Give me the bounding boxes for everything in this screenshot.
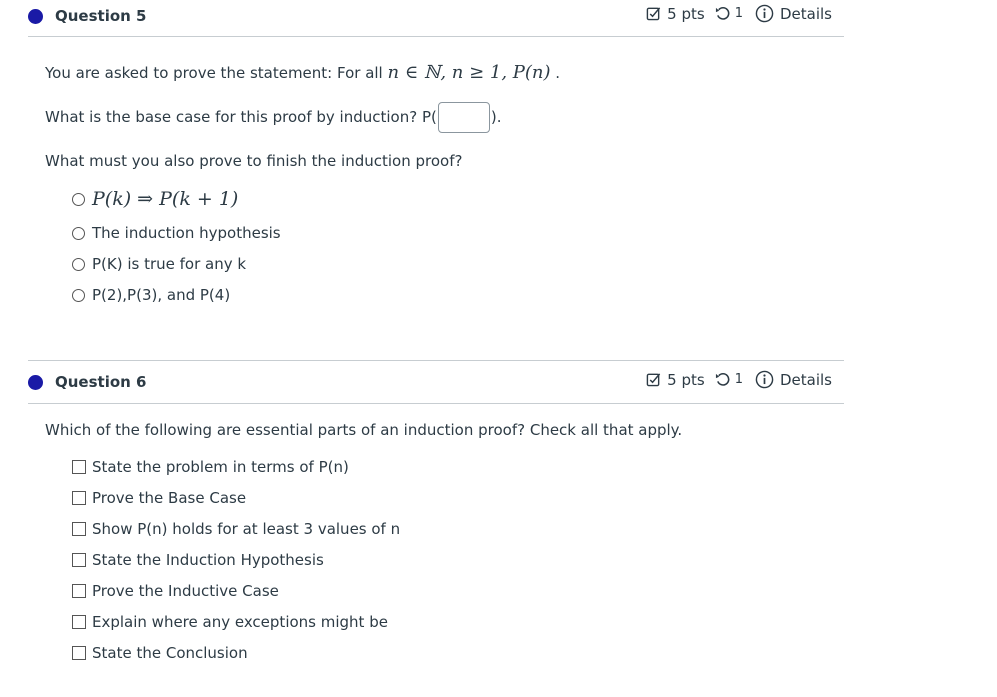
statement-text: You are asked to prove the statement: Fo… — [45, 64, 388, 82]
checkbox-edit-icon — [646, 7, 661, 21]
option-label: State the problem in terms of P(n) — [92, 458, 349, 476]
question-prompt: Which of the following are essential par… — [45, 421, 683, 439]
radio-option[interactable]: P(2),P(3), and P(4) — [72, 286, 230, 304]
details-link[interactable]: Details — [780, 371, 832, 389]
question-indicator-dot — [28, 375, 43, 390]
attempts-count: 1 — [734, 6, 743, 21]
checkbox[interactable] — [72, 584, 86, 598]
points-label: 5 pts — [667, 4, 705, 23]
radio-button[interactable] — [72, 226, 85, 240]
statement-math: n ∈ ℕ, n ≥ 1, P(n) — [387, 62, 551, 83]
statement-suffix: . — [550, 64, 561, 82]
checkbox[interactable] — [72, 460, 86, 474]
checkbox[interactable] — [72, 522, 86, 536]
checkbox[interactable] — [72, 553, 86, 567]
question-meta: 5 pts 1 Details — [646, 4, 832, 23]
question-5-header: Question 5 5 pts 1 Details — [28, 1, 844, 37]
checkbox[interactable] — [72, 615, 86, 629]
radio-option[interactable]: The induction hypothesis — [72, 224, 281, 242]
checkbox-option[interactable]: Explain where any exceptions might be — [72, 613, 388, 631]
radio-button[interactable] — [72, 192, 85, 206]
finish-prompt: What must you also prove to finish the i… — [45, 152, 463, 170]
radio-button[interactable] — [72, 288, 85, 302]
question-statement: You are asked to prove the statement: Fo… — [45, 62, 560, 83]
checkbox[interactable] — [72, 646, 86, 660]
radio-option[interactable]: P(K) is true for any k — [72, 255, 246, 273]
undo-icon — [715, 7, 730, 20]
points-label: 5 pts — [667, 370, 705, 389]
checkbox-option[interactable]: State the Conclusion — [72, 644, 248, 662]
question-6-header: Question 6 5 pts 1 Details — [28, 367, 844, 403]
divider — [28, 403, 844, 404]
base-case-question: What is the base case for this proof by … — [45, 102, 502, 133]
option-label: Prove the Inductive Case — [92, 582, 279, 600]
question-title: Question 6 — [55, 373, 147, 391]
undo-icon — [715, 373, 730, 386]
checkbox[interactable] — [72, 491, 86, 505]
checkbox-option[interactable]: Prove the Base Case — [72, 489, 246, 507]
attempts-count: 1 — [734, 372, 743, 387]
base-case-input[interactable] — [437, 102, 490, 133]
option-label: P(k) ⇒ P(k + 1) — [92, 188, 239, 210]
radio-button[interactable] — [72, 257, 85, 271]
checkbox-option[interactable]: State the problem in terms of P(n) — [72, 458, 349, 476]
option-label: Show P(n) holds for at least 3 values of… — [92, 520, 401, 538]
info-circle-icon[interactable] — [755, 370, 774, 389]
question-title: Question 5 — [55, 7, 147, 25]
question-meta: 5 pts 1 Details — [646, 370, 832, 389]
option-label: State the Conclusion — [92, 644, 248, 662]
option-label: State the Induction Hypothesis — [92, 551, 324, 569]
option-label: Explain where any exceptions might be — [92, 613, 388, 631]
option-label: The induction hypothesis — [92, 224, 281, 242]
question-indicator-dot — [28, 9, 43, 24]
option-label: P(2),P(3), and P(4) — [92, 286, 231, 304]
base-case-prefix: What is the base case for this proof by … — [45, 108, 437, 126]
divider — [28, 36, 844, 37]
checkbox-option[interactable]: Show P(n) holds for at least 3 values of… — [72, 520, 400, 538]
checkbox-option[interactable]: Prove the Inductive Case — [72, 582, 279, 600]
option-label: P(K) is true for any k — [92, 255, 247, 273]
checkbox-option[interactable]: State the Induction Hypothesis — [72, 551, 324, 569]
details-link[interactable]: Details — [780, 5, 832, 23]
divider — [28, 360, 844, 361]
info-circle-icon[interactable] — [755, 4, 774, 23]
option-label: Prove the Base Case — [92, 489, 247, 507]
radio-option[interactable]: P(k) ⇒ P(k + 1) — [72, 188, 238, 210]
base-case-suffix: ). — [490, 108, 502, 126]
checkbox-edit-icon — [646, 373, 661, 387]
